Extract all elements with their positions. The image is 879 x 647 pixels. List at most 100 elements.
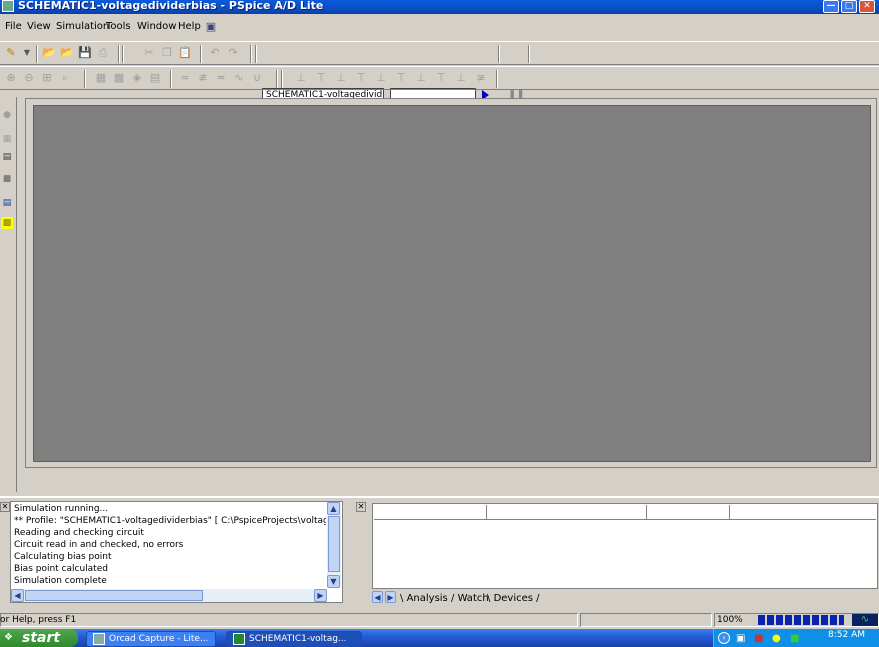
tab-scroll-right-icon[interactable]: ▶: [385, 591, 396, 603]
mark-label-icon[interactable]: ∿: [232, 71, 246, 85]
toolbar-separator: [528, 45, 530, 63]
minimize-icon[interactable]: —: [823, 0, 839, 13]
redo-icon[interactable]: ↷: [226, 46, 240, 60]
log-x-axis-icon[interactable]: ▦: [94, 71, 108, 85]
cursor-slope-icon[interactable]: ⊥: [334, 71, 348, 85]
open-file-icon[interactable]: 📂: [60, 46, 74, 60]
menu-tools[interactable]: Tools: [106, 21, 131, 32]
copy-icon[interactable]: ❐: [160, 46, 174, 60]
column-divider[interactable]: [646, 505, 647, 519]
print-icon[interactable]: ⎙: [96, 46, 110, 60]
toolbar-separator: [84, 70, 86, 88]
clock: 8:52 AM: [828, 630, 865, 640]
palette-tool-icon[interactable]: ▤: [1, 197, 13, 209]
app-icon: [2, 0, 14, 12]
output-horizontal-scrollbar[interactable]: ◀ ▶: [11, 589, 327, 602]
scroll-left-icon[interactable]: ◀: [11, 589, 24, 602]
output-line: Circuit read in and checked, no errors: [14, 540, 184, 550]
context-help-icon[interactable]: ▣: [204, 20, 218, 34]
zoom-out-icon[interactable]: ⊖: [22, 71, 36, 85]
toolbar-separator: [255, 45, 257, 63]
menu-file[interactable]: File: [5, 21, 22, 32]
column-divider[interactable]: [486, 505, 487, 519]
mark-data-icon[interactable]: ∪: [250, 71, 264, 85]
performance-icon[interactable]: ◈: [130, 71, 144, 85]
watch-header-row: [374, 505, 876, 520]
cursor-min-icon[interactable]: ⊤: [354, 71, 368, 85]
zoom-in-icon[interactable]: ⊕: [4, 71, 18, 85]
menu-simulation[interactable]: Simulation: [56, 21, 109, 32]
output-close-icon[interactable]: ✕: [0, 502, 10, 512]
cursor-search-icon[interactable]: ⊥: [414, 71, 428, 85]
open-icon[interactable]: 📂: [42, 46, 56, 60]
zoom-fit-icon[interactable]: ⌕: [58, 71, 72, 85]
maximize-icon[interactable]: □: [841, 0, 857, 13]
tab-watch[interactable]: / Watch: [451, 592, 489, 606]
progress-fill: [758, 615, 844, 625]
scroll-up-icon[interactable]: ▲: [327, 502, 340, 515]
zoom-area-icon[interactable]: ⊞: [40, 71, 54, 85]
probe-toolbar: ⊕ ⊖ ⊞ ⌕ ▦ ▩ ◈ ▤ ≈ ≇ ≖ ∿ ∪ ⊥ ⊤ ⊥ ⊤ ⊥ ⊤ ⊥ …: [0, 66, 879, 90]
new-dropdown-icon[interactable]: ▼: [20, 46, 34, 60]
scroll-right-icon[interactable]: ▶: [314, 589, 327, 602]
network-icon[interactable]: ▣: [736, 633, 745, 644]
eval-goal-icon[interactable]: ≇: [196, 71, 210, 85]
column-divider[interactable]: [729, 505, 730, 519]
status-percent: 100%: [717, 615, 743, 625]
mark-cursor-icon[interactable]: ≆: [474, 71, 488, 85]
cursor-next-transition-icon[interactable]: ⊤: [434, 71, 448, 85]
undo-icon[interactable]: ↶: [208, 46, 222, 60]
scroll-down-icon[interactable]: ▼: [327, 575, 340, 588]
paste-icon[interactable]: 📋: [178, 46, 192, 60]
text-label-icon[interactable]: ≖: [214, 71, 228, 85]
toolbar-separator: [250, 45, 252, 63]
taskbar-button-orcad[interactable]: Orcad Capture - Lite...: [86, 631, 216, 647]
palette-tool-icon[interactable]: ■: [1, 173, 13, 185]
cursor-max-icon[interactable]: ⊥: [374, 71, 388, 85]
cursor-point-icon[interactable]: ⊤: [394, 71, 408, 85]
watch-close-icon[interactable]: ✕: [356, 502, 366, 512]
output-line: ** Profile: "SCHEMATIC1-voltagedividerbi…: [14, 516, 326, 526]
palette-tool-icon[interactable]: ●: [1, 109, 13, 121]
status-pane: [580, 613, 712, 627]
title-bar[interactable]: SCHEMATIC1-voltagedividerbias - PSpice A…: [0, 0, 879, 14]
log-y-axis-icon[interactable]: ▤: [148, 71, 162, 85]
pspice-app-icon: [233, 633, 245, 645]
cut-icon[interactable]: ✂: [142, 46, 156, 60]
tray-app-icon[interactable]: ■: [790, 633, 799, 644]
toolbar-separator: [170, 70, 172, 88]
palette-tool-icon[interactable]: ▩: [1, 217, 13, 229]
fourier-icon[interactable]: ▩: [112, 71, 126, 85]
cursor-peak-icon[interactable]: ⊥: [294, 71, 308, 85]
standard-toolbar: ✎ ▼ 📂 📂 💾 ⎙ ✂ ❐ 📋 ↶ ↷ SCHEMATIC1-voltage…: [0, 41, 879, 103]
new-icon[interactable]: ✎: [4, 46, 18, 60]
menu-window[interactable]: Window: [137, 21, 176, 32]
output-vertical-scrollbar[interactable]: ▲ ▼: [327, 502, 341, 588]
close-icon[interactable]: ✕: [859, 0, 875, 13]
tab-scroll-left-icon[interactable]: ◀: [372, 591, 383, 603]
toolbar-separator: [281, 70, 283, 88]
palette-tool-icon[interactable]: ▦: [1, 133, 13, 145]
security-icon[interactable]: ■: [754, 633, 763, 644]
tab-analysis[interactable]: \ Analysis: [400, 592, 448, 606]
status-pane: [0, 613, 578, 627]
save-icon[interactable]: 💾: [78, 46, 92, 60]
plot-canvas[interactable]: [33, 105, 871, 462]
output-line: Calculating bias point: [14, 552, 112, 562]
menu-view[interactable]: View: [27, 21, 51, 32]
output-line: Simulation running...: [14, 504, 109, 514]
tab-devices[interactable]: \ Devices /: [487, 592, 540, 606]
scroll-thumb[interactable]: [25, 590, 203, 601]
palette-tool-icon[interactable]: ▤: [1, 151, 13, 163]
cursor-trough-icon[interactable]: ⊤: [314, 71, 328, 85]
scroll-thumb[interactable]: [328, 516, 340, 572]
toolbar-separator: [498, 45, 500, 63]
taskbar-button-pspice[interactable]: SCHEMATIC1-voltag...: [226, 631, 362, 647]
toolbar-separator: [118, 45, 120, 63]
add-trace-icon[interactable]: ≈: [178, 71, 192, 85]
cursor-prev-transition-icon[interactable]: ⊥: [454, 71, 468, 85]
menu-help[interactable]: Help: [178, 21, 201, 32]
left-tool-palette: ● ▦ ▤ ■ ▤ ▩: [0, 97, 17, 492]
tray-app-icon[interactable]: ●: [772, 633, 781, 644]
tray-expand-icon[interactable]: ‹: [718, 632, 730, 644]
